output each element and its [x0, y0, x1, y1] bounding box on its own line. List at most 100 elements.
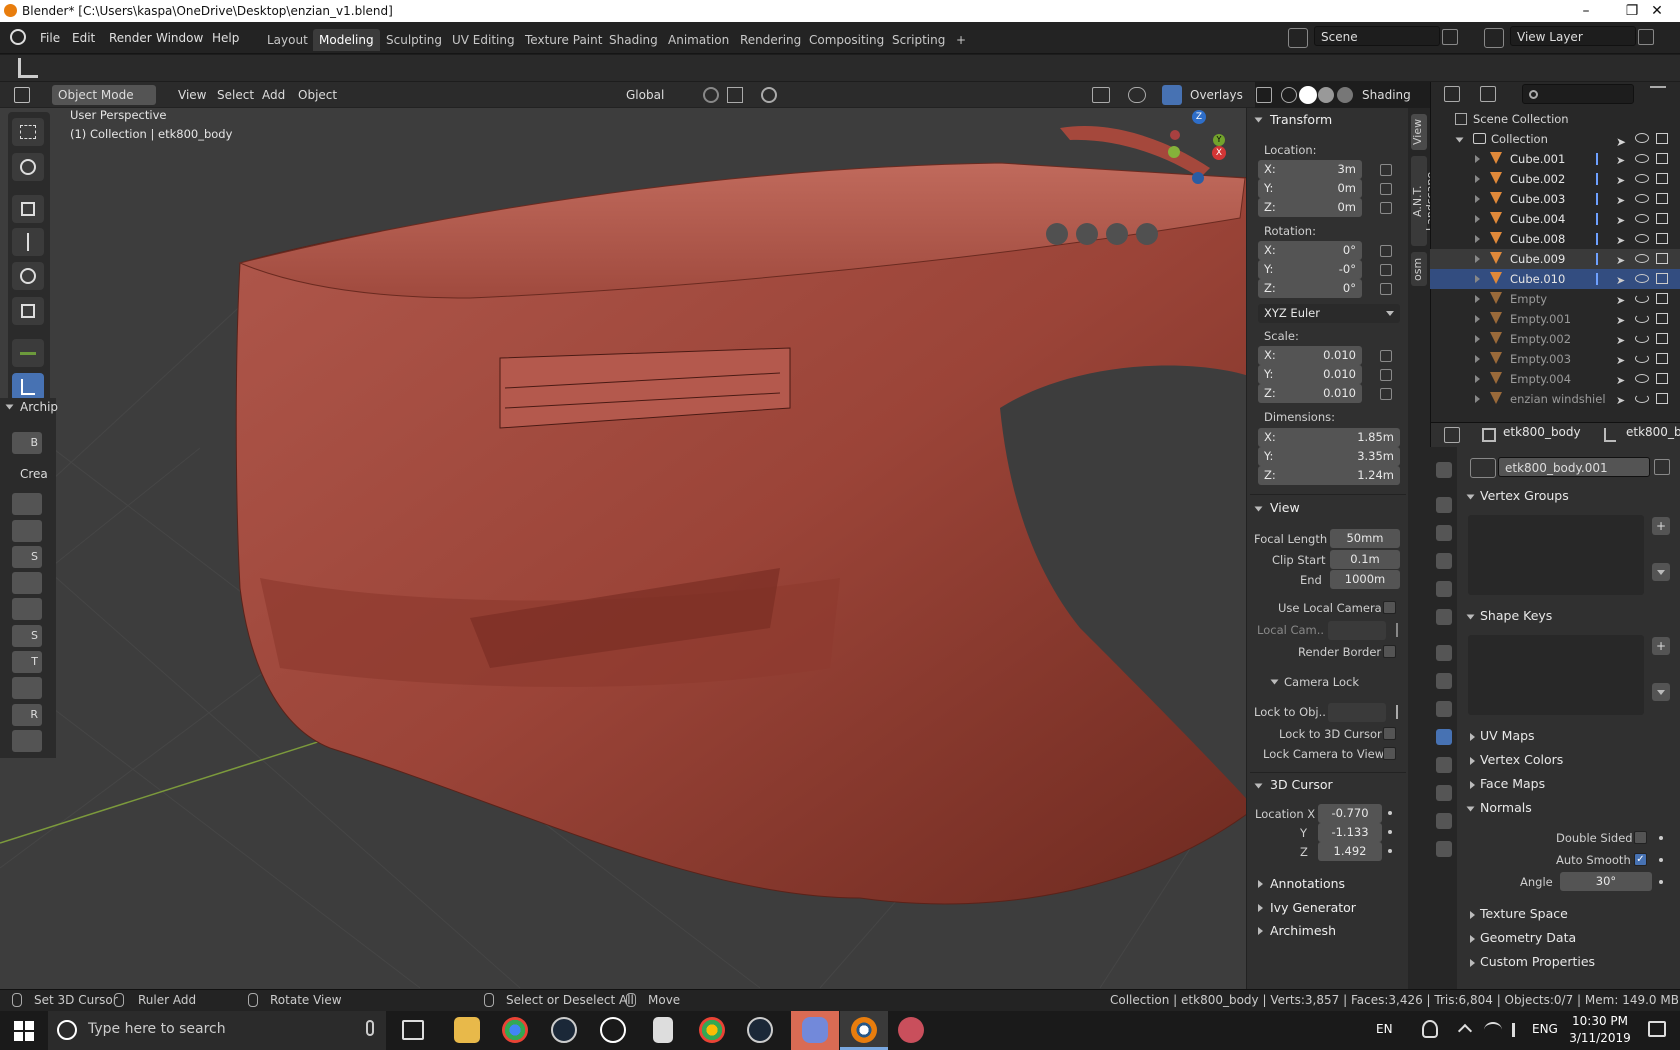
lock-location-z-icon[interactable]	[1380, 202, 1392, 214]
vertex-groups-list[interactable]	[1468, 515, 1644, 595]
keyframe-dot-icon[interactable]	[1659, 836, 1663, 840]
eye-icon[interactable]	[1635, 254, 1649, 263]
ruler-tool-icon[interactable]	[18, 58, 38, 78]
tab-ant-landscape[interactable]: A.N.T. Landscape	[1411, 156, 1437, 246]
eye-icon[interactable]	[1635, 194, 1649, 203]
archipack-kitchen-button[interactable]	[12, 730, 42, 752]
menu-view[interactable]: View	[172, 85, 212, 105]
tab-compositing[interactable]: Compositing	[803, 29, 890, 51]
material-shading-icon[interactable]	[1318, 87, 1334, 103]
clip-end-field[interactable]: 1000m	[1330, 570, 1400, 589]
location-z-field[interactable]: Z: 0m	[1258, 198, 1362, 217]
location-x-field[interactable]: X: 3m	[1258, 160, 1362, 179]
perspective-toggle-icon[interactable]	[1046, 223, 1068, 245]
eye-icon[interactable]	[1635, 154, 1649, 163]
proportional-edit-icon[interactable]	[761, 87, 777, 103]
solid-shading-icon[interactable]	[1299, 86, 1317, 104]
keyframe-dot-icon[interactable]	[1388, 849, 1392, 853]
rotation-z-field[interactable]: Z: 0°	[1258, 279, 1362, 298]
select-arrow-icon[interactable]: ➤	[1616, 191, 1625, 211]
output-tab-icon[interactable]	[1436, 525, 1452, 541]
outliner-item[interactable]: Empty.004 ➤	[1430, 369, 1680, 389]
windows-start-icon[interactable]	[14, 1021, 34, 1041]
input-language[interactable]: ENG	[1532, 1022, 1558, 1036]
dimensions-x-field[interactable]: X: 1.85m	[1258, 428, 1400, 447]
ivy-expand-icon[interactable]	[1258, 904, 1263, 912]
eye-icon[interactable]	[1635, 314, 1649, 323]
tab-scripting[interactable]: Scripting	[886, 29, 951, 51]
wireframe-shading-icon[interactable]	[1281, 87, 1297, 103]
snap-target-icon[interactable]	[727, 87, 743, 103]
cursor-collapse-icon[interactable]	[1254, 783, 1263, 789]
location-y-field[interactable]: Y: 0m	[1258, 179, 1362, 198]
editor-type-icon[interactable]	[14, 87, 30, 103]
rotate-tool[interactable]	[12, 262, 44, 290]
keyframe-dot-icon[interactable]	[1659, 858, 1663, 862]
keyframe-dot-icon[interactable]	[1388, 811, 1392, 815]
lock-rotation-z-icon[interactable]	[1380, 283, 1392, 295]
mesh-data-tab-icon[interactable]	[1436, 729, 1452, 745]
archimesh-panel[interactable]: Archimesh	[1270, 920, 1336, 942]
camera-render-icon[interactable]	[1656, 173, 1668, 184]
eye-icon[interactable]	[1635, 234, 1649, 243]
expand-icon[interactable]	[1475, 155, 1480, 163]
vertex-colors-panel[interactable]: Vertex Colors	[1480, 749, 1680, 771]
select-arrow-icon[interactable]: ➤	[1616, 291, 1625, 311]
auto-smooth-angle-field[interactable]: 30°	[1560, 872, 1652, 891]
cursor-tool[interactable]	[12, 153, 44, 181]
measure-tool[interactable]	[12, 373, 44, 401]
gizmo-icon[interactable]	[1128, 87, 1146, 103]
geometry-data-expand-icon[interactable]	[1470, 935, 1475, 943]
select-box-tool[interactable]	[12, 118, 44, 146]
new-scene-icon[interactable]	[1442, 29, 1458, 45]
local-camera-field[interactable]	[1328, 621, 1386, 640]
face-maps-panel[interactable]: Face Maps	[1480, 773, 1680, 795]
modifier-wrench-icon[interactable]	[1588, 273, 1598, 285]
tab-osm[interactable]: osm	[1411, 252, 1427, 286]
camera-render-icon[interactable]	[1656, 273, 1668, 284]
modifier-wrench-icon[interactable]	[1588, 233, 1598, 245]
shape-keys-panel[interactable]: Shape Keys	[1480, 605, 1680, 627]
cursor-z-field[interactable]: 1.492	[1318, 842, 1382, 861]
lock-scale-x-icon[interactable]	[1380, 350, 1392, 362]
gizmo-y-axis[interactable]: Y	[1213, 134, 1225, 146]
archipack-button-1[interactable]: B	[12, 432, 42, 454]
tab-animation[interactable]: Animation	[662, 29, 735, 51]
overlays-dropdown[interactable]: Overlays	[1184, 85, 1249, 105]
tab-uv-editing[interactable]: UV Editing	[446, 29, 521, 51]
collection-expand-icon[interactable]	[1455, 137, 1464, 143]
outliner-item[interactable]: Empty.002 ➤	[1430, 329, 1680, 349]
scene-tab-icon[interactable]	[1436, 581, 1452, 597]
archipack-collapse-icon[interactable]	[5, 404, 14, 410]
shape-keys-collapse-icon[interactable]	[1466, 614, 1475, 620]
clip-start-field[interactable]: 0.1m	[1330, 550, 1400, 569]
outliner-item[interactable]: Cube.004 ➤	[1430, 209, 1680, 229]
camera-lock-collapse-icon[interactable]	[1270, 679, 1279, 685]
lock-to-object-field[interactable]	[1328, 703, 1386, 722]
eye-icon[interactable]	[1635, 374, 1649, 383]
select-arrow-icon[interactable]: ➤	[1616, 351, 1625, 371]
lock-rotation-y-icon[interactable]	[1380, 264, 1392, 276]
archipack-roof-button[interactable]: R	[12, 704, 42, 726]
face-maps-expand-icon[interactable]	[1470, 781, 1475, 789]
camera-render-icon[interactable]	[1656, 213, 1668, 224]
eye-icon[interactable]	[1635, 214, 1649, 223]
mode-select[interactable]: Object Mode	[52, 85, 156, 105]
people-icon[interactable]	[1422, 1020, 1438, 1038]
archipack-slab-button[interactable]: T	[12, 651, 42, 673]
archipack-window-button[interactable]	[12, 520, 42, 542]
scale-z-field[interactable]: Z: 0.010	[1258, 384, 1362, 403]
mesh-browse-icon[interactable]	[1470, 458, 1496, 478]
vertex-groups-panel[interactable]: Vertex Groups	[1480, 485, 1680, 507]
keyframe-dot-icon[interactable]	[1388, 830, 1392, 834]
view-layer-field[interactable]: View Layer	[1510, 26, 1636, 46]
outliner-editor-type-icon[interactable]	[1444, 86, 1460, 102]
expand-icon[interactable]	[1475, 335, 1480, 343]
modifier-wrench-icon[interactable]	[1588, 173, 1598, 185]
menu-add[interactable]: Add	[256, 85, 291, 105]
view-collapse-icon[interactable]	[1254, 506, 1263, 512]
geometry-data-panel[interactable]: Geometry Data	[1480, 927, 1680, 949]
lock-to-cursor-checkbox[interactable]	[1383, 727, 1396, 740]
krita-icon[interactable]	[898, 1017, 924, 1043]
move-tool[interactable]	[12, 195, 44, 223]
